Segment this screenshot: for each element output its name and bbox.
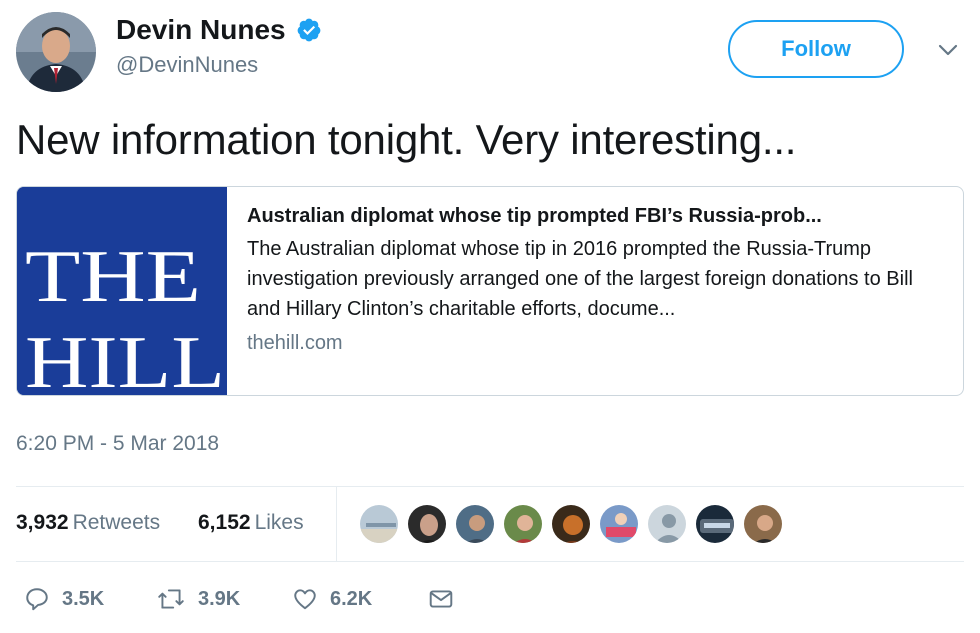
- liker-avatar[interactable]: [358, 503, 400, 545]
- liker-avatar[interactable]: [598, 503, 640, 545]
- the-hill-logo: THE HILL: [17, 187, 227, 395]
- tweet-stats: 3,932 Retweets 6,152 Likes: [16, 487, 964, 561]
- heart-icon: [294, 589, 316, 610]
- like-count: 6.2K: [330, 587, 373, 610]
- author-avatar[interactable]: [16, 12, 96, 92]
- likes-label: Likes: [254, 511, 304, 534]
- retweets-stat[interactable]: 3,932 Retweets: [16, 511, 160, 535]
- link-card[interactable]: THE HILL Australian diplomat whose tip p…: [16, 186, 964, 396]
- card-domain: thehill.com: [247, 332, 343, 354]
- author-handle[interactable]: @DevinNunes: [116, 52, 322, 78]
- card-description: The Australian diplomat whose tip in 201…: [247, 238, 913, 320]
- card-title: Australian diplomat whose tip prompted F…: [247, 205, 822, 227]
- liker-avatar[interactable]: [502, 503, 544, 545]
- reply-count: 3.5K: [62, 587, 105, 610]
- liker-avatar[interactable]: [646, 503, 688, 545]
- retweets-label: Retweets: [72, 511, 161, 534]
- retweet-button[interactable]: 3.9K: [156, 586, 240, 612]
- liker-avatar[interactable]: [406, 503, 448, 545]
- likes-count: 6,152: [198, 511, 251, 534]
- divider: [16, 561, 964, 562]
- liker-avatar[interactable]: [694, 503, 736, 545]
- tweet-header: Devin Nunes @DevinNunes Follow: [16, 12, 966, 92]
- liker-avatar[interactable]: [550, 503, 592, 545]
- verified-badge-icon: [296, 17, 322, 43]
- author-info: Devin Nunes @DevinNunes: [116, 14, 322, 78]
- liker-avatar[interactable]: [742, 503, 784, 545]
- stats-separator: [336, 487, 337, 561]
- card-body: Australian diplomat whose tip prompted F…: [227, 187, 963, 395]
- tweet-actions: 3.5K 3.9K 6.2K: [16, 582, 616, 622]
- author-display-name[interactable]: Devin Nunes: [116, 14, 286, 46]
- retweets-count: 3,932: [16, 511, 69, 534]
- direct-message-button[interactable]: [428, 586, 466, 612]
- liker-avatar[interactable]: [454, 503, 496, 545]
- logo-line-1: THE: [25, 236, 201, 318]
- like-button[interactable]: 6.2K: [292, 586, 372, 612]
- reply-button[interactable]: 3.5K: [24, 586, 104, 612]
- reply-icon: [26, 588, 48, 611]
- follow-button[interactable]: Follow: [728, 20, 904, 78]
- logo-line-2: HILL: [25, 322, 225, 395]
- chevron-down-icon[interactable]: [936, 38, 960, 62]
- envelope-icon: [429, 590, 453, 608]
- retweet-icon: [158, 589, 184, 609]
- retweet-count: 3.9K: [198, 587, 241, 610]
- tweet-timestamp[interactable]: 6:20 PM - 5 Mar 2018: [16, 432, 219, 456]
- tweet-text: New information tonight. Very interestin…: [16, 116, 797, 163]
- likes-stat[interactable]: 6,152 Likes: [198, 511, 304, 535]
